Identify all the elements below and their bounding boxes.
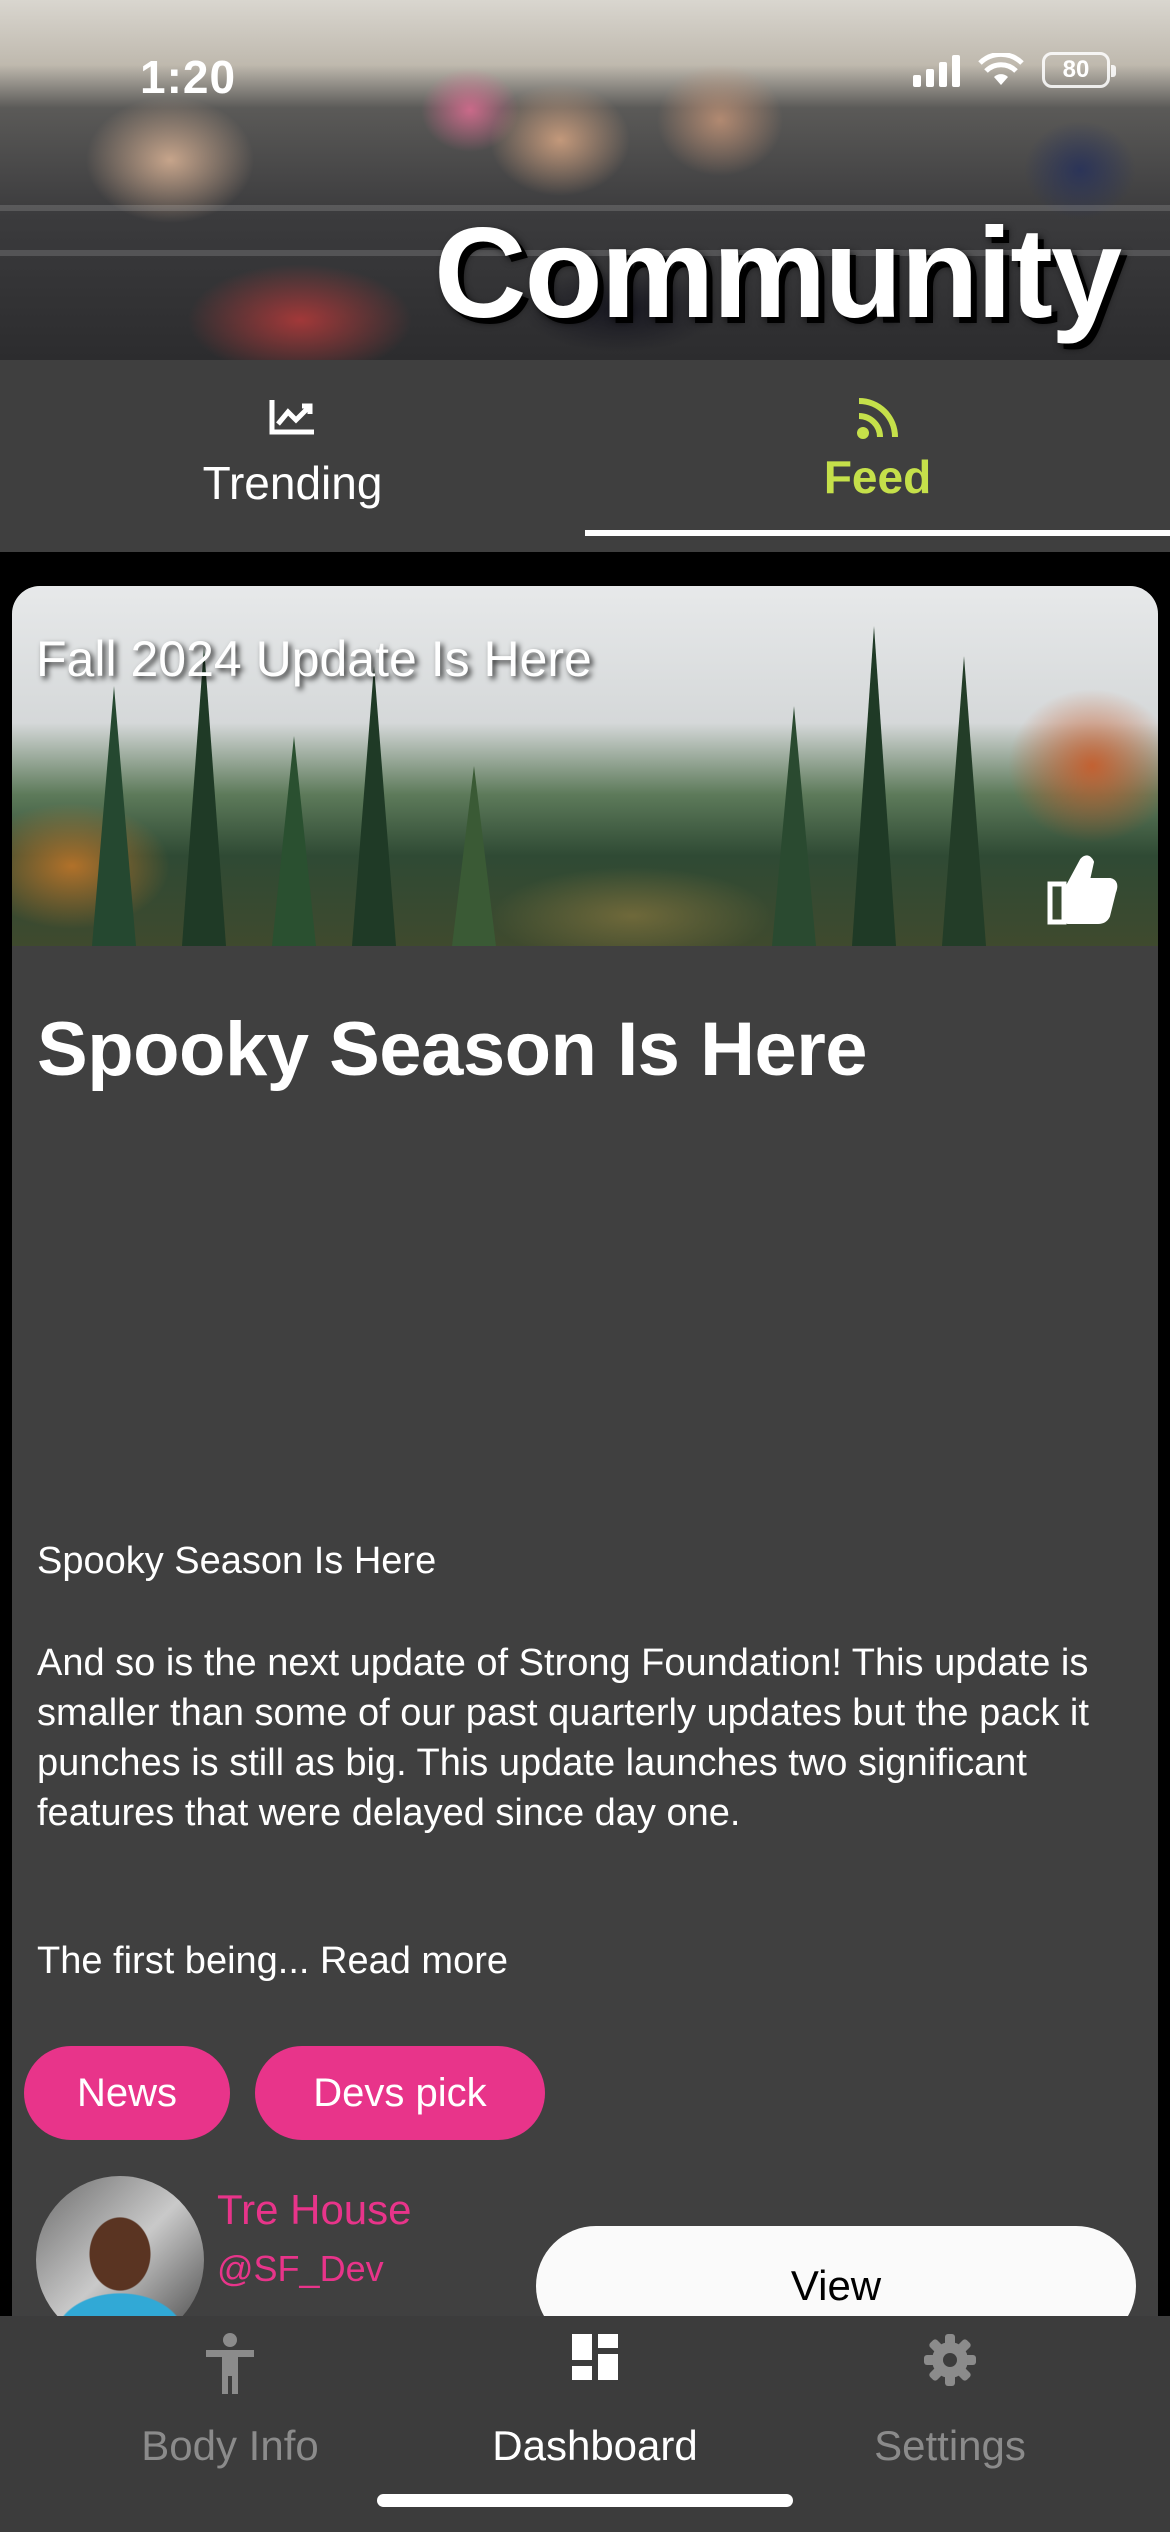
tab-label: Trending (202, 457, 383, 509)
home-indicator[interactable] (377, 2494, 793, 2507)
post-image-title: Fall 2024 Update Is Here (36, 631, 592, 687)
page-title: Community (434, 202, 1122, 345)
tag-news[interactable]: News (24, 2046, 230, 2140)
nav-label: Body Info (141, 2422, 319, 2469)
post-title: Spooky Season Is Here (37, 1007, 868, 1092)
author-handle[interactable]: @SF_Dev (217, 2248, 384, 2290)
person-icon (206, 2333, 254, 2394)
post-cover-image: Fall 2024 Update Is Here (12, 586, 1158, 946)
community-hero-banner: 1:20 80 Community (0, 0, 1170, 360)
active-tab-indicator (585, 530, 1170, 536)
author-name[interactable]: Tre House (217, 2186, 412, 2234)
battery-icon: 80 (1042, 52, 1116, 88)
dashboard-icon (572, 2334, 618, 2380)
nav-item-body-info[interactable]: Body Info (35, 2316, 425, 2532)
wifi-icon (978, 53, 1024, 85)
nav-label: Settings (874, 2422, 1026, 2469)
gear-icon (924, 2334, 976, 2386)
status-icons: 80 (913, 52, 1116, 88)
tab-feed[interactable]: Feed (585, 360, 1170, 552)
nav-item-settings[interactable]: Settings (755, 2316, 1145, 2532)
feed-post-card[interactable]: Fall 2024 Update Is Here Spooky Season I… (12, 586, 1158, 2316)
chart-line-icon (269, 400, 314, 435)
view-button[interactable]: View (536, 2226, 1136, 2316)
post-body: And so is the next update of Strong Foun… (37, 1642, 1089, 1834)
tab-trending[interactable]: Trending (0, 360, 585, 552)
status-time: 1:20 (140, 51, 237, 103)
community-tabs: Trending Feed (0, 360, 1170, 552)
rss-feed-icon (856, 398, 898, 439)
nav-label: Dashboard (492, 2422, 698, 2469)
tab-label: Feed (823, 451, 932, 503)
author-avatar[interactable] (36, 2176, 204, 2316)
post-subtitle: Spooky Season Is Here (37, 1540, 437, 1582)
thumbs-up-icon[interactable] (1042, 848, 1122, 928)
tag-devs-pick[interactable]: Devs pick (255, 2046, 545, 2140)
read-more-link[interactable]: The first being... Read more (37, 1940, 508, 1983)
cellular-signal-icon (913, 53, 960, 87)
